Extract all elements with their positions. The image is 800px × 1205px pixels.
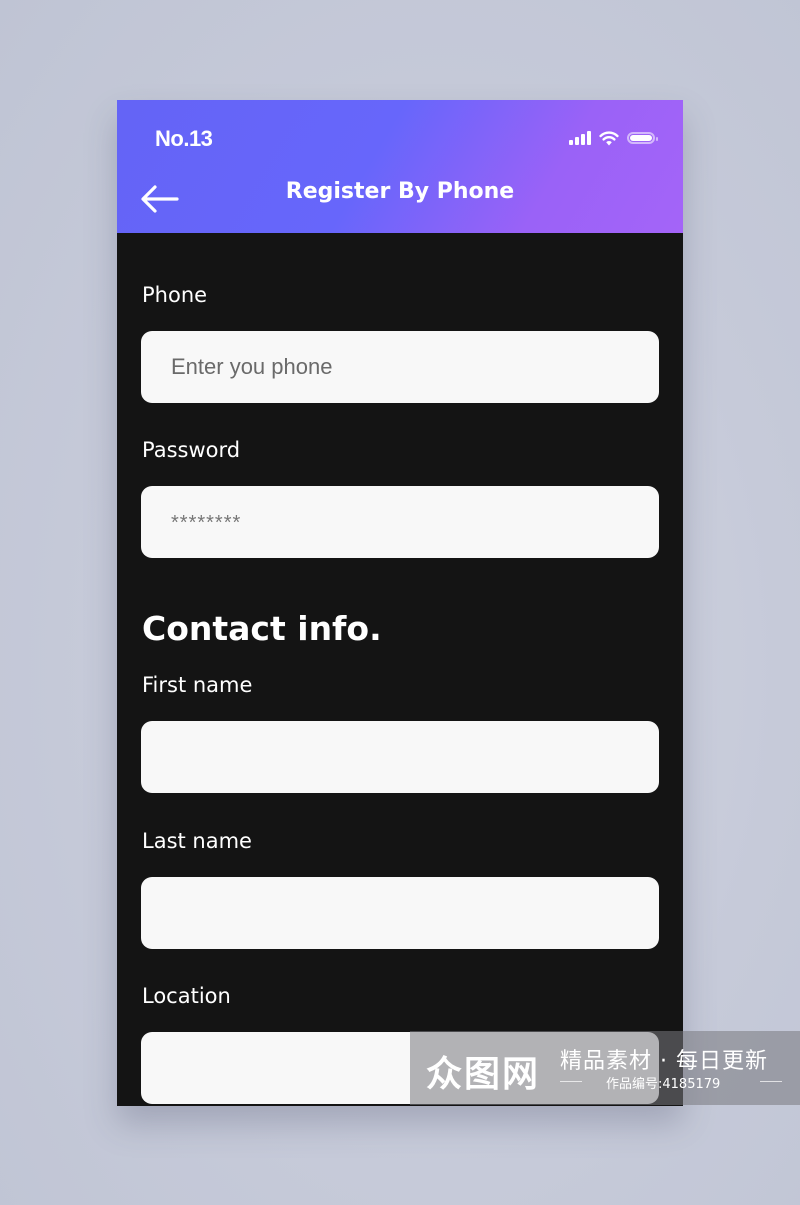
app-header: No.13 Register By Phone — [117, 100, 683, 233]
location-input[interactable] — [141, 1032, 659, 1104]
watermark-divider-right — [760, 1081, 782, 1082]
page-title: Register By Phone — [285, 179, 515, 204]
first-name-input[interactable] — [141, 721, 659, 793]
battery-icon — [627, 132, 658, 144]
contact-info-heading: Contact info. — [142, 609, 382, 648]
password-label: Password — [142, 438, 241, 462]
phone-input[interactable] — [141, 331, 659, 403]
signal-icon — [569, 131, 591, 145]
last-name-label: Last name — [142, 829, 252, 853]
last-name-input[interactable] — [141, 877, 659, 949]
status-bar-icons — [569, 128, 658, 148]
password-input[interactable] — [141, 486, 659, 558]
status-bar-time: No.13 — [155, 126, 213, 151]
location-label: Location — [142, 984, 231, 1008]
phone-screen: No.13 Register By Phone Phone Password — [117, 100, 683, 1106]
wifi-icon — [599, 130, 619, 145]
first-name-label: First name — [142, 673, 253, 697]
phone-label: Phone — [142, 283, 208, 307]
